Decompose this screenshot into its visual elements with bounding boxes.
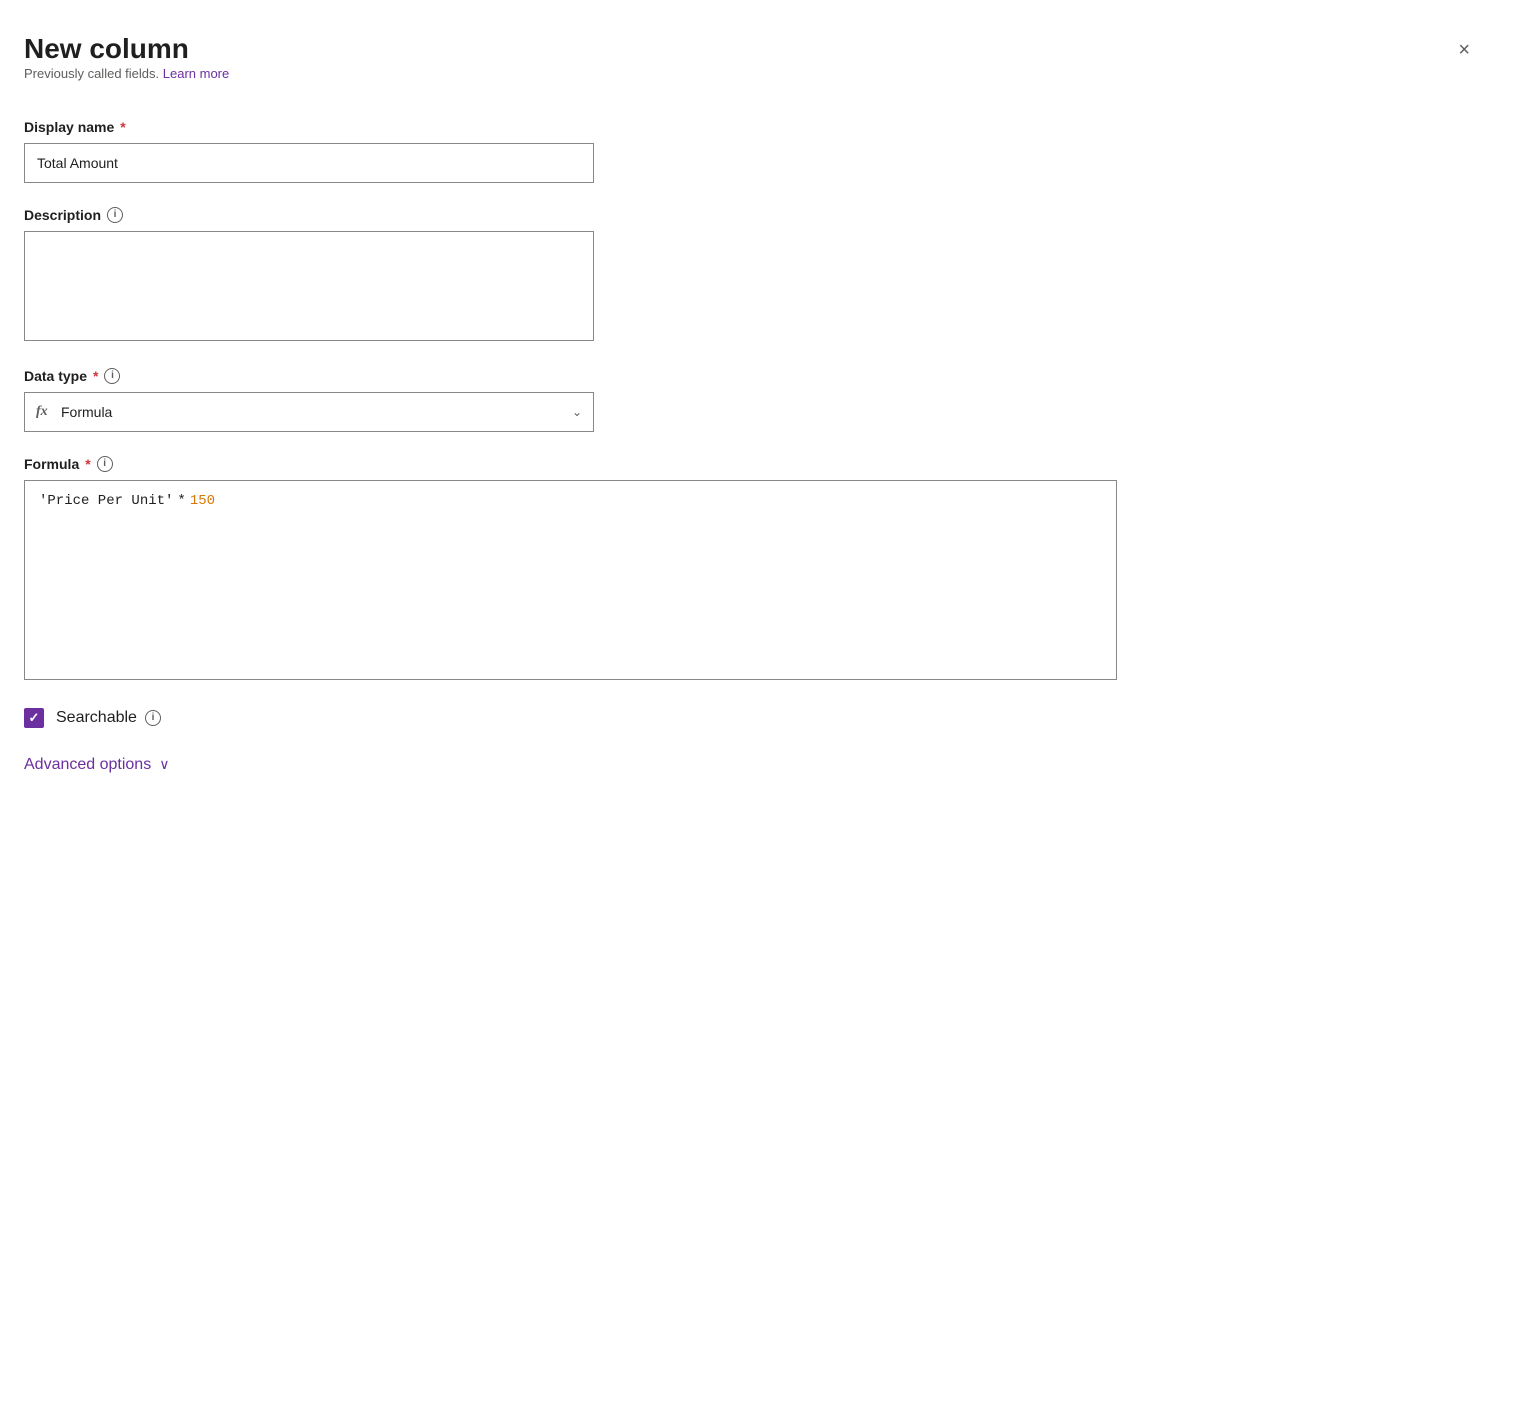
data-type-select-wrapper: fx Formula Text Number Date Lookup Choic… <box>24 392 594 432</box>
checkbox-check-icon: ✓ <box>29 711 40 724</box>
new-column-panel: New column Previously called fields. Lea… <box>0 0 1514 1412</box>
display-name-section: Display name * <box>24 119 1474 183</box>
advanced-options-chevron-icon: ∨ <box>159 756 169 773</box>
formula-operator: * <box>177 493 185 509</box>
searchable-row: ✓ Searchable i <box>24 708 1474 728</box>
description-section: Description i <box>24 207 1474 344</box>
searchable-info-icon: i <box>145 710 161 726</box>
searchable-checkbox-wrapper[interactable]: ✓ <box>24 708 44 728</box>
panel-header: New column Previously called fields. Lea… <box>24 32 1474 113</box>
close-button[interactable]: × <box>1454 36 1474 64</box>
formula-info-icon: i <box>97 456 113 472</box>
searchable-label: Searchable i <box>56 709 161 727</box>
data-type-section: Data type * i fx Formula Text Number Dat… <box>24 368 1474 432</box>
formula-section: Formula * i 'Price Per Unit'*150 <box>24 456 1474 680</box>
panel-title: New column <box>24 32 229 66</box>
formula-number-part: 150 <box>190 493 215 509</box>
panel-subtitle: Previously called fields. Learn more <box>24 66 229 81</box>
display-name-required: * <box>120 119 125 135</box>
formula-required: * <box>85 456 90 472</box>
data-type-info-icon: i <box>104 368 120 384</box>
advanced-options-row[interactable]: Advanced options ∨ <box>24 756 1474 774</box>
description-info-icon: i <box>107 207 123 223</box>
panel-title-area: New column Previously called fields. Lea… <box>24 32 229 113</box>
display-name-input[interactable] <box>24 143 594 183</box>
learn-more-link[interactable]: Learn more <box>163 66 229 81</box>
data-type-select[interactable]: Formula Text Number Date Lookup Choice <box>24 392 594 432</box>
formula-string-part: 'Price Per Unit' <box>39 493 173 509</box>
description-input[interactable] <box>24 231 594 341</box>
data-type-label: Data type * i <box>24 368 1474 384</box>
display-name-label: Display name * <box>24 119 1474 135</box>
data-type-required: * <box>93 368 98 384</box>
searchable-checkbox[interactable]: ✓ <box>24 708 44 728</box>
formula-editor[interactable]: 'Price Per Unit'* 150 <box>24 480 1117 680</box>
formula-editor-wrapper: 'Price Per Unit'* 150 <box>24 480 1117 680</box>
description-label: Description i <box>24 207 1474 223</box>
advanced-options-label: Advanced options <box>24 756 151 774</box>
formula-label: Formula * i <box>24 456 1474 472</box>
